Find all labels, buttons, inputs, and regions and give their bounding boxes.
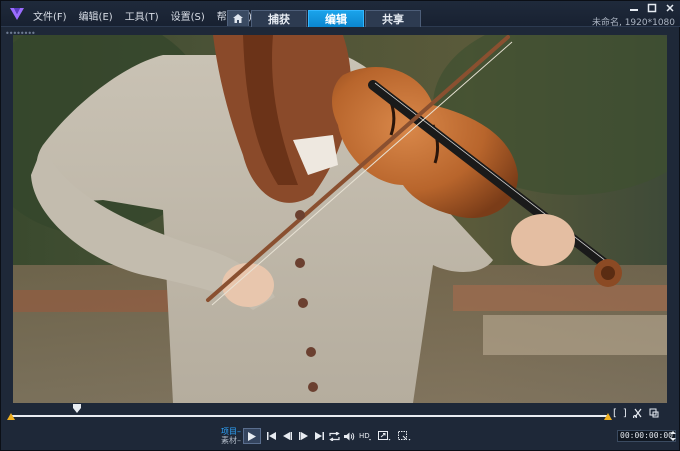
tab-share[interactable]: 共享 <box>365 10 421 27</box>
start-icon <box>266 432 276 440</box>
next-frame-button[interactable] <box>297 428 309 444</box>
hd-icon: HD <box>359 432 371 441</box>
snapshot-icon[interactable] <box>649 408 659 418</box>
menu-file[interactable]: 文件(F) <box>33 8 67 23</box>
tab-capture[interactable]: 捕获 <box>251 10 307 27</box>
trim-end-marker[interactable] <box>604 413 612 420</box>
home-tab[interactable] <box>227 10 249 26</box>
mark-in-button[interactable]: [ <box>613 408 617 419</box>
prev-frame-icon <box>282 432 292 440</box>
mode-clip[interactable]: 素材– <box>221 436 241 445</box>
window-controls <box>629 3 675 13</box>
volume-icon <box>343 432 354 440</box>
tab-edit[interactable]: 编辑 <box>308 10 364 27</box>
next-frame-icon <box>298 432 308 440</box>
title-bar: 文件(F) 编辑(E) 工具(T) 设置(S) 帮助(H) 捕获 编辑 共享 未… <box>1 1 680 28</box>
previous-frame-button[interactable] <box>281 428 293 444</box>
timecode-stepper-icon[interactable] <box>669 429 677 443</box>
trim-tools: [ ] <box>613 408 659 419</box>
mode-project[interactable]: 项目– <box>221 427 241 436</box>
timeline <box>7 403 612 423</box>
crop-icon <box>398 431 411 441</box>
timecode-display[interactable]: 00:00:00:00 <box>617 430 676 442</box>
video-frame <box>13 35 667 403</box>
trim-start-marker[interactable] <box>7 413 15 420</box>
enlarge-icon <box>378 431 391 441</box>
play-icon <box>248 431 256 441</box>
volume-button[interactable] <box>343 428 355 444</box>
close-icon[interactable] <box>665 3 675 13</box>
go-to-start-button[interactable] <box>265 428 277 444</box>
minimize-icon[interactable] <box>629 3 639 13</box>
project-info: 未命名, 1920*1080 <box>591 18 675 28</box>
playback-controls: 项目– 素材– HD 00:00:00:00 <box>1 425 680 451</box>
app-logo-icon <box>10 8 24 20</box>
go-to-end-button[interactable] <box>313 428 325 444</box>
svg-text:HD: HD <box>359 432 370 440</box>
home-icon <box>233 14 243 23</box>
menu-tools[interactable]: 工具(T) <box>125 8 159 23</box>
menu-settings[interactable]: 设置(S) <box>171 8 205 23</box>
split-clip-icon[interactable] <box>632 408 643 418</box>
maximize-icon[interactable] <box>647 3 657 13</box>
play-button[interactable] <box>243 428 261 444</box>
preview-window <box>13 35 667 403</box>
repeat-icon <box>328 431 340 441</box>
repeat-button[interactable] <box>328 428 340 444</box>
hd-preview-button[interactable]: HD <box>358 428 374 444</box>
mark-out-button[interactable]: ] <box>623 408 627 419</box>
timeline-track[interactable] <box>11 415 609 417</box>
crop-button[interactable] <box>397 428 413 444</box>
enlarge-preview-button[interactable] <box>377 428 393 444</box>
playhead-icon[interactable] <box>72 404 81 413</box>
mode-selector[interactable]: 项目– 素材– <box>221 427 241 445</box>
menu-edit[interactable]: 编辑(E) <box>79 8 113 23</box>
end-icon <box>314 432 324 440</box>
video-editor-window: 文件(F) 编辑(E) 工具(T) 设置(S) 帮助(H) 捕获 编辑 共享 未… <box>0 0 680 451</box>
